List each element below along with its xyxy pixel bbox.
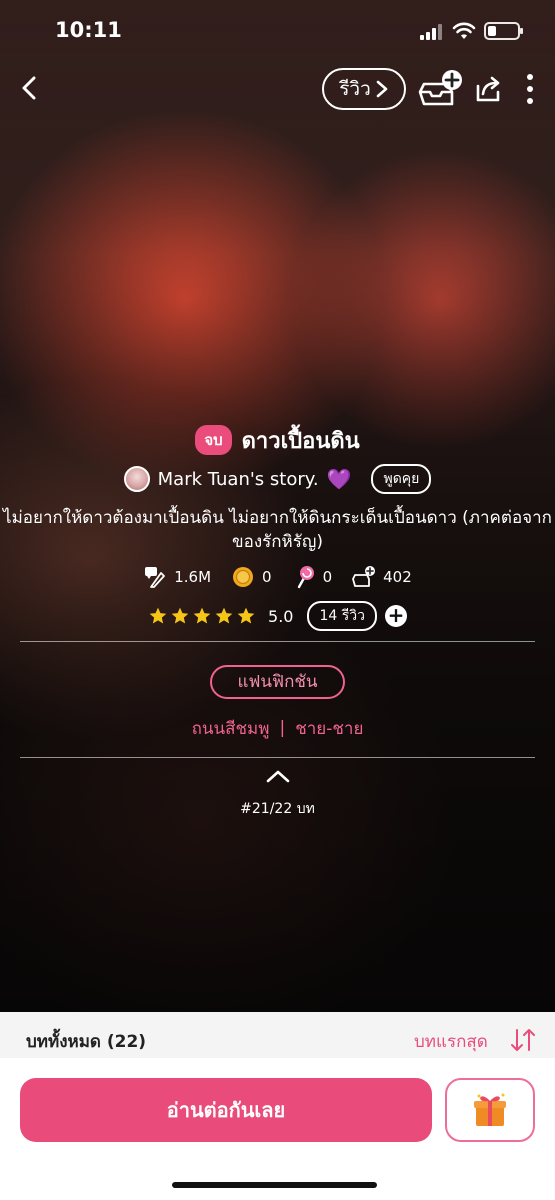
views-stat: 1.6M bbox=[143, 565, 211, 589]
author-name[interactable]: Mark Tuan's story. bbox=[158, 469, 319, 490]
shelf-stat: 402 bbox=[352, 565, 412, 589]
star-icon bbox=[149, 607, 167, 624]
divider-bottom bbox=[20, 757, 535, 758]
review-count-button[interactable]: 14 รีวิว bbox=[307, 601, 377, 631]
chevron-up-icon[interactable] bbox=[264, 766, 292, 786]
shelf-count: 402 bbox=[383, 568, 412, 586]
purple-heart-emoji: 💜 bbox=[326, 467, 352, 491]
chapter-progress: #21/22 บท bbox=[240, 801, 315, 817]
add-review-icon[interactable]: + bbox=[384, 605, 407, 627]
category-tag[interactable]: แฟนฟิกชัน bbox=[210, 665, 345, 699]
sort-icon[interactable] bbox=[509, 1026, 537, 1054]
story-description: ไม่อยากให้ดาวต้องมาเปื้อนดิน ไม่อยากให้ด… bbox=[3, 508, 552, 552]
lollipops-stat: 0 bbox=[292, 565, 333, 589]
gift-icon bbox=[474, 1093, 506, 1126]
star-icon bbox=[215, 607, 233, 624]
title-row: จบ ดาวเปื้อนดิน bbox=[0, 423, 555, 457]
rating-row: 5.0 14 รีวิว + bbox=[0, 600, 555, 632]
status-bar: 10:11 bbox=[0, 0, 555, 62]
back-button[interactable] bbox=[14, 72, 46, 104]
rating-score: 5.0 bbox=[268, 606, 294, 626]
tag-pink-road[interactable]: ถนนสีชมพู bbox=[192, 715, 270, 742]
author-row: Mark Tuan's story. 💜 พูดคุย bbox=[0, 463, 555, 495]
coin-icon bbox=[233, 567, 254, 587]
share-icon[interactable] bbox=[472, 72, 504, 104]
divider-top bbox=[20, 641, 535, 642]
star-rating bbox=[148, 606, 256, 626]
battery-level bbox=[488, 26, 496, 36]
author-avatar[interactable] bbox=[123, 466, 150, 492]
story-title: ดาวเปื้อนดิน bbox=[241, 428, 360, 454]
views-count: 1.6M bbox=[174, 568, 212, 586]
star-icon bbox=[237, 607, 255, 624]
continue-reading-label: อ่านต่อกันเลย bbox=[166, 1098, 286, 1122]
continue-reading-button[interactable]: อ่านต่อกันเลย bbox=[20, 1078, 432, 1142]
review-button[interactable]: รีวิว bbox=[322, 68, 406, 110]
more-options-icon[interactable] bbox=[518, 72, 542, 106]
lollipop-icon bbox=[297, 566, 314, 589]
completed-badge: จบ bbox=[195, 425, 232, 455]
home-indicator bbox=[172, 1182, 377, 1188]
status-time: 10:11 bbox=[55, 18, 122, 42]
sort-button[interactable]: บทแรกสุด bbox=[414, 1028, 488, 1055]
chapter-total: บททั้งหมด (22) bbox=[26, 1032, 147, 1052]
wifi-icon bbox=[452, 22, 476, 39]
stats-row: 1.6M 0 0 402 bbox=[0, 563, 555, 591]
tag-male-male[interactable]: ชาย-ชาย bbox=[295, 715, 363, 742]
battery-icon bbox=[484, 22, 523, 40]
review-button-label: รีวิว bbox=[339, 78, 371, 100]
talk-button[interactable]: พูดคุย bbox=[371, 464, 432, 494]
coins-stat: 0 bbox=[231, 565, 272, 589]
lollipops-count: 0 bbox=[322, 568, 333, 586]
star-icon bbox=[171, 607, 189, 624]
tags-row: ถนนสีชมพู | ชาย-ชาย bbox=[0, 714, 555, 742]
star-icon bbox=[193, 607, 211, 624]
tag-separator: | bbox=[279, 718, 286, 738]
coins-count: 0 bbox=[262, 568, 272, 586]
chevron-right-icon bbox=[376, 80, 388, 98]
shelf-icon bbox=[352, 566, 376, 587]
signal-icon bbox=[420, 24, 442, 40]
add-to-shelf-icon[interactable] bbox=[418, 68, 464, 110]
gift-button[interactable] bbox=[445, 1078, 535, 1142]
views-icon bbox=[145, 567, 166, 588]
